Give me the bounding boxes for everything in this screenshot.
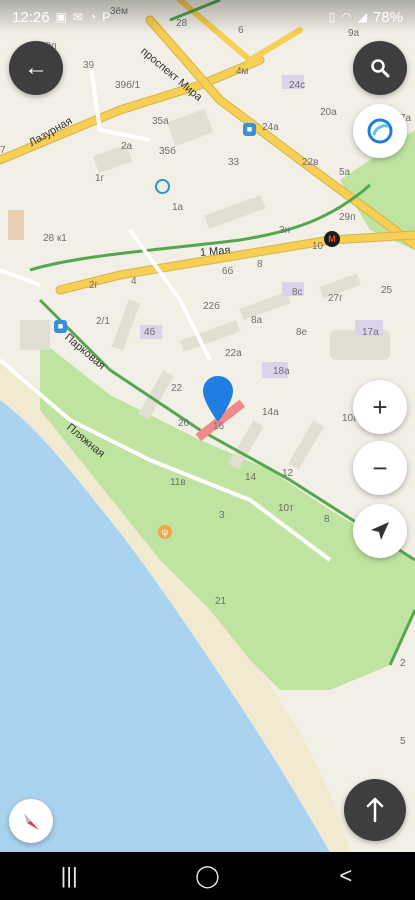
message-icon: ✉ bbox=[72, 10, 83, 24]
house-number-label: 2г bbox=[89, 280, 99, 291]
house-number-label: 7 bbox=[0, 145, 6, 156]
house-number-label: 29п bbox=[339, 212, 356, 223]
house-number-label: 8е bbox=[296, 327, 308, 338]
image-icon: ▣ bbox=[55, 10, 67, 24]
house-number-label: 3 bbox=[219, 510, 225, 521]
battery-level: 78% bbox=[372, 8, 403, 26]
globe-icon[interactable] bbox=[155, 179, 170, 194]
signal-icon: ◢ bbox=[357, 10, 367, 24]
house-number-label: 10т bbox=[278, 503, 294, 514]
house-number-label: 2 bbox=[400, 658, 406, 669]
plus-icon: + bbox=[372, 391, 388, 422]
house-number-label: 24а bbox=[262, 122, 279, 133]
house-number-label: 4б bbox=[144, 327, 156, 338]
house-number-label: 22а bbox=[225, 348, 242, 359]
brand-m-icon[interactable]: M bbox=[324, 231, 340, 247]
house-number-label: 33 bbox=[228, 157, 240, 168]
recents-button[interactable]: ||| bbox=[39, 863, 99, 889]
parking-icon: P bbox=[102, 10, 111, 24]
search-button[interactable] bbox=[353, 41, 407, 95]
layers-icon bbox=[367, 118, 393, 144]
bus-stop-icon[interactable]: ■ bbox=[243, 123, 256, 136]
arrow-up-icon bbox=[366, 797, 384, 823]
house-number-label: 12 bbox=[282, 468, 294, 479]
house-number-label: 22б bbox=[203, 301, 220, 312]
house-number-label: 14 bbox=[245, 472, 257, 483]
whatsapp-icon: ◔ bbox=[88, 10, 97, 24]
house-number-label: 8а bbox=[251, 315, 263, 326]
house-number-label: 8с bbox=[292, 287, 303, 298]
house-number-label: 10 bbox=[312, 241, 324, 252]
zoom-out-button[interactable]: − bbox=[353, 441, 407, 495]
minus-icon: − bbox=[372, 452, 388, 483]
house-number-label: 11в bbox=[170, 477, 186, 488]
house-number-label: 4м bbox=[236, 66, 249, 77]
house-number-label: 3н bbox=[279, 225, 291, 236]
house-number-label: 18а bbox=[273, 366, 290, 377]
house-number-label: 24с bbox=[289, 80, 306, 91]
house-number-label: 20 bbox=[178, 418, 190, 429]
system-nav-bar: ||| ◯ < bbox=[0, 852, 415, 900]
clock: 12:26 bbox=[12, 8, 50, 26]
status-bar: 12:26 ▣ ✉ ◔ P ▯ ◠ ◢ 78% bbox=[0, 0, 415, 34]
house-number-label: 35б bbox=[159, 146, 176, 157]
house-number-label: 17а bbox=[362, 327, 379, 338]
house-number-label: 8 bbox=[257, 259, 263, 270]
locate-me-button[interactable] bbox=[353, 504, 407, 558]
house-number-label: 6б bbox=[222, 266, 234, 277]
house-number-label: 27г bbox=[328, 293, 343, 304]
house-number-label: 25 bbox=[381, 285, 393, 296]
house-number-label: 39 bbox=[83, 60, 95, 71]
house-number-label: 4 bbox=[131, 276, 137, 287]
house-number-label: 2а bbox=[121, 141, 133, 152]
house-number-label: 22 bbox=[171, 383, 183, 394]
arrow-left-icon: ← bbox=[24, 54, 48, 81]
house-number-label: 21 bbox=[215, 596, 227, 607]
home-button[interactable]: ◯ bbox=[177, 863, 237, 889]
layers-button[interactable] bbox=[353, 104, 407, 158]
house-number-label: 14а bbox=[262, 407, 279, 418]
house-number-label: 1а bbox=[172, 202, 184, 213]
house-number-label: 28 к1 bbox=[43, 233, 67, 244]
house-number-label: 1г bbox=[95, 173, 105, 184]
restaurant-icon[interactable]: ψ bbox=[158, 525, 172, 539]
house-number-label: 22в bbox=[302, 157, 319, 168]
house-number-label: 39б/1 bbox=[115, 80, 141, 91]
compass-button[interactable] bbox=[9, 799, 53, 843]
route-button[interactable] bbox=[344, 779, 406, 841]
back-button[interactable]: ← bbox=[9, 41, 63, 95]
system-back-button[interactable]: < bbox=[316, 863, 376, 889]
wifi-icon: ◠ bbox=[341, 10, 352, 24]
navigation-arrow-icon bbox=[371, 522, 389, 540]
location-pin-icon[interactable] bbox=[203, 376, 233, 426]
compass-icon bbox=[24, 813, 39, 830]
zoom-in-button[interactable]: + bbox=[353, 380, 407, 434]
house-number-label: 2/1 bbox=[96, 316, 110, 327]
vibrate-icon: ▯ bbox=[328, 10, 336, 24]
bus-stop-icon-2[interactable]: ■ bbox=[54, 320, 67, 333]
house-number-label: 8 bbox=[324, 514, 330, 525]
house-number-label: 5 bbox=[400, 736, 406, 747]
search-icon bbox=[371, 59, 390, 78]
house-number-label: 20а bbox=[320, 107, 337, 118]
house-number-label: 35а bbox=[152, 116, 169, 127]
house-number-label: 5а bbox=[339, 167, 351, 178]
